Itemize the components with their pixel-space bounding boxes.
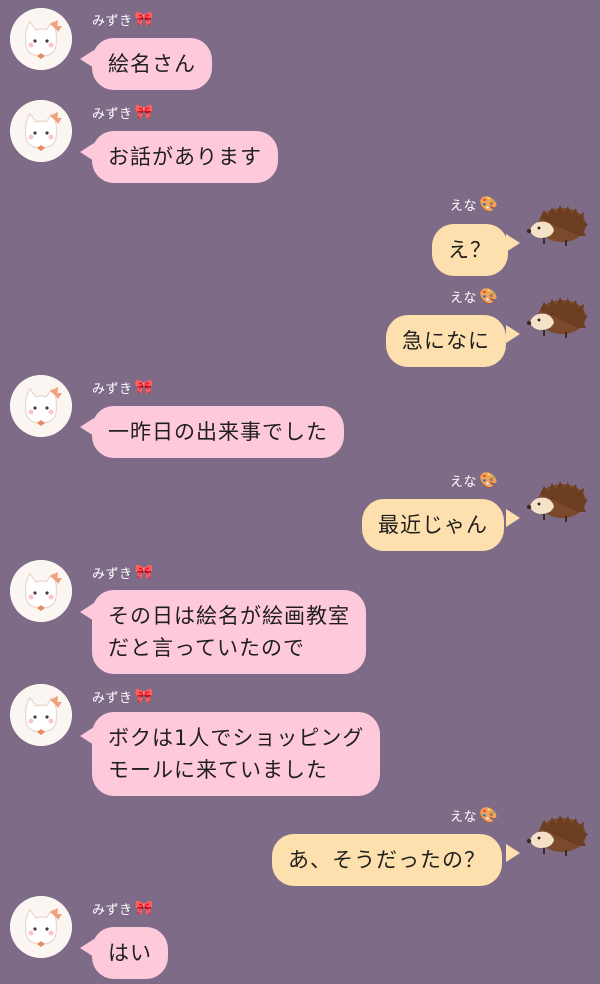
sender-name-text: みずき	[92, 691, 133, 706]
message-text: 一昨日の出来事でした	[108, 420, 328, 444]
message-text: モールに来ていました	[108, 758, 328, 782]
white-cat-with-bow-icon	[10, 684, 72, 746]
sender-name-text: えな	[450, 199, 478, 214]
mizuki-avatar[interactable]	[10, 100, 72, 162]
message-text: はい	[108, 941, 152, 965]
message-bubble[interactable]: はい	[92, 927, 168, 979]
mizuki-avatar[interactable]	[10, 375, 72, 437]
ena-avatar[interactable]	[526, 810, 590, 860]
sender-name: みずき 🎀	[92, 10, 154, 30]
bubble-tail	[506, 844, 520, 862]
message-text: その日は絵名が絵画教室	[108, 604, 350, 628]
sender-name-text: えな	[450, 475, 478, 490]
hedgehog-icon	[526, 481, 588, 522]
message-bubble[interactable]: その日は絵名が絵画教室 だと言っていたので	[92, 590, 366, 674]
mizuki-avatar[interactable]	[10, 896, 72, 958]
bubble-tail	[506, 325, 520, 343]
sender-name-text: えな	[450, 810, 478, 825]
sender-name: えな 🎨	[450, 471, 499, 491]
sender-name: えな 🎨	[450, 287, 499, 307]
white-cat-with-bow-icon	[10, 8, 72, 70]
sender-name: みずき 🎀	[92, 378, 154, 398]
ribbon-emoji: 🎀	[134, 563, 154, 581]
message-bubble[interactable]: 最近じゃん	[362, 499, 504, 551]
ribbon-emoji: 🎀	[134, 899, 154, 917]
hedgehog-icon	[526, 297, 588, 338]
ribbon-emoji: 🎀	[134, 378, 154, 396]
sender-name-text: えな	[450, 291, 478, 306]
palette-emoji: 🎨	[479, 195, 499, 213]
message-text: ボクは1人でショッピング	[108, 726, 365, 750]
sender-name: みずき 🎀	[92, 103, 154, 123]
sender-name-text: みずき	[92, 567, 133, 582]
sender-name: えな 🎨	[450, 195, 499, 215]
sender-name-text: みずき	[92, 14, 133, 29]
mizuki-avatar[interactable]	[10, 560, 72, 622]
mizuki-avatar[interactable]	[10, 8, 72, 70]
message-text: あ、そうだったの？	[288, 848, 486, 872]
message-bubble[interactable]: 急になに	[386, 315, 506, 367]
sender-name: みずき 🎀	[92, 687, 154, 707]
ribbon-emoji: 🎀	[134, 103, 154, 121]
sender-name-text: みずき	[92, 107, 133, 122]
message-bubble[interactable]: え？	[432, 224, 508, 276]
ribbon-emoji: 🎀	[134, 687, 154, 705]
message-bubble[interactable]: 絵名さん	[92, 38, 212, 90]
white-cat-with-bow-icon	[10, 560, 72, 622]
bubble-tail	[506, 234, 520, 252]
white-cat-with-bow-icon	[10, 100, 72, 162]
sender-name-text: みずき	[92, 903, 133, 918]
sender-name: みずき 🎀	[92, 899, 154, 919]
message-text: お話があります	[108, 145, 262, 169]
message-text: 絵名さん	[108, 52, 196, 76]
message-text: え？	[448, 238, 492, 262]
message-bubble[interactable]: 一昨日の出来事でした	[92, 406, 344, 458]
hedgehog-icon	[526, 815, 588, 856]
message-bubble[interactable]: ボクは1人でショッピング モールに来ていました	[92, 712, 381, 796]
sender-name-text: みずき	[92, 382, 133, 397]
mizuki-avatar[interactable]	[10, 684, 72, 746]
bubble-tail	[506, 509, 520, 527]
white-cat-with-bow-icon	[10, 375, 72, 437]
message-text: だと言っていたので	[108, 636, 305, 660]
ena-avatar[interactable]	[526, 292, 590, 342]
sender-name: みずき 🎀	[92, 563, 154, 583]
ribbon-emoji: 🎀	[134, 10, 154, 28]
message-bubble[interactable]: あ、そうだったの？	[272, 834, 502, 886]
hedgehog-icon	[526, 205, 588, 246]
message-text: 最近じゃん	[378, 513, 488, 537]
palette-emoji: 🎨	[479, 806, 499, 824]
ena-avatar[interactable]	[526, 200, 590, 250]
ena-avatar[interactable]	[526, 476, 590, 526]
message-bubble[interactable]: お話があります	[92, 131, 278, 183]
sender-name: えな 🎨	[450, 806, 499, 826]
message-text: 急になに	[402, 329, 490, 353]
white-cat-with-bow-icon	[10, 896, 72, 958]
palette-emoji: 🎨	[479, 287, 499, 305]
palette-emoji: 🎨	[479, 471, 499, 489]
